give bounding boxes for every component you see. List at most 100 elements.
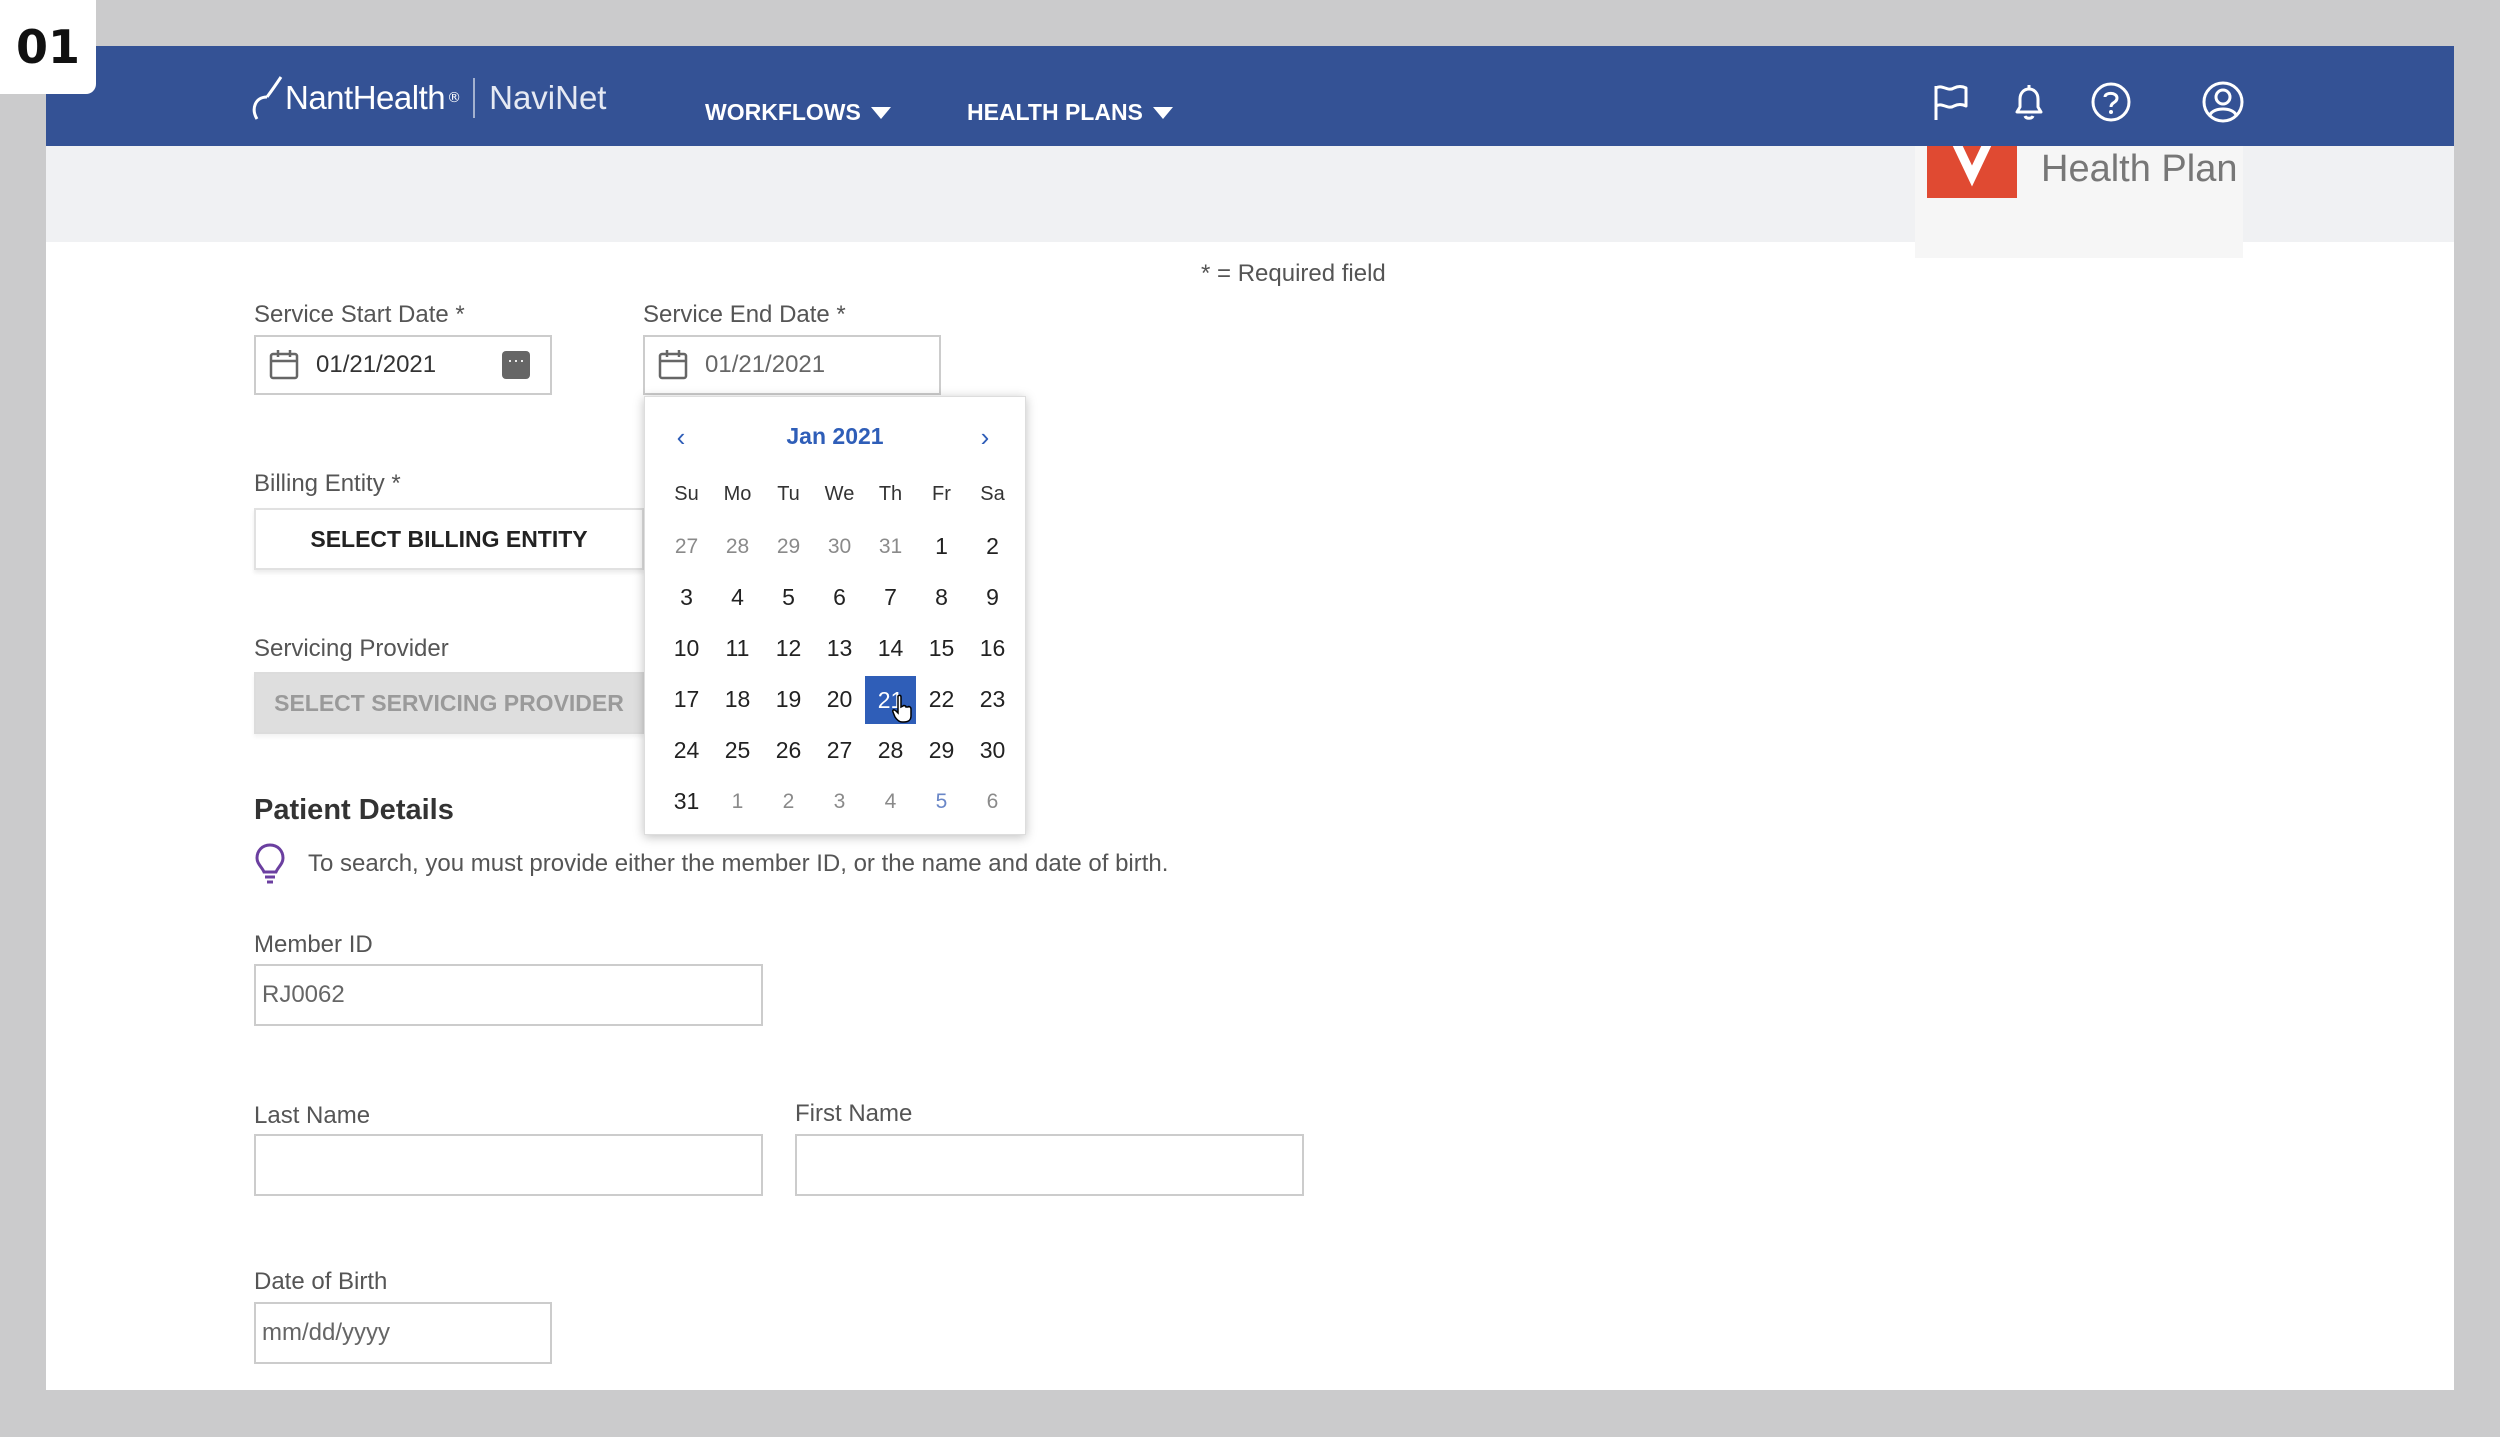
calendar-day[interactable]: 1 — [916, 533, 967, 560]
calendar-day-number: 7 — [884, 584, 897, 610]
calendar-day[interactable]: 25 — [712, 737, 763, 764]
health-plan-logo: Health Plan — [1915, 136, 2243, 258]
calendar-day[interactable]: 3 — [814, 790, 865, 814]
weekday-label: Mo — [723, 482, 752, 505]
calendar-day-number: 23 — [979, 686, 1006, 712]
last-name-input[interactable] — [256, 1136, 761, 1194]
workflows-menu[interactable]: WORKFLOWS — [705, 99, 891, 126]
calendar-day[interactable]: 4 — [712, 584, 763, 611]
last-name-field[interactable] — [254, 1134, 763, 1196]
calendar-day[interactable]: 12 — [763, 635, 814, 662]
calendar-day-number: 6 — [986, 789, 999, 813]
calendar-day[interactable]: 30 — [967, 737, 1018, 764]
calendar-day[interactable]: 14 — [865, 635, 916, 662]
help-icon[interactable] — [2089, 80, 2133, 124]
calendar-day-number: 18 — [724, 686, 751, 712]
member-id-field[interactable] — [254, 964, 763, 1026]
calendar-day[interactable]: 28 — [712, 535, 763, 559]
calendar-day[interactable]: 29 — [916, 737, 967, 764]
chevron-right-icon[interactable]: › — [967, 421, 1003, 457]
calendar-day[interactable]: 22 — [916, 686, 967, 713]
step-badge: 01 — [0, 0, 96, 94]
calendar-day[interactable]: 6 — [814, 584, 865, 611]
required-field-note: * = Required field — [1201, 260, 1386, 287]
first-name-input[interactable] — [797, 1136, 1302, 1194]
calendar-day-number: 30 — [979, 737, 1006, 763]
calendar-day[interactable]: 3 — [661, 584, 712, 611]
health-plans-menu[interactable]: HEALTH PLANS — [967, 99, 1173, 126]
calendar-day[interactable]: 16 — [967, 635, 1018, 662]
calendar-day-number: 10 — [673, 635, 700, 661]
calendar-day-number: 9 — [986, 584, 999, 610]
weekday-header-row: Su Mo Tu We Th Fr Sa — [661, 479, 1018, 509]
service-start-date-field[interactable]: 01/21/2021 ··· — [254, 335, 552, 395]
calendar-day[interactable]: 11 — [712, 635, 763, 662]
service-end-date-field[interactable]: 01/21/2021 — [643, 335, 941, 395]
calendar-day[interactable]: 18 — [712, 686, 763, 713]
search-hint: To search, you must provide either the m… — [254, 842, 1168, 886]
calendar-day[interactable]: 15 — [916, 635, 967, 662]
calendar-day[interactable]: 10 — [661, 635, 712, 662]
calendar-day-selected[interactable]: 21 — [865, 675, 916, 724]
flag-icon[interactable] — [1928, 80, 1972, 124]
calendar-day[interactable]: 8 — [916, 584, 967, 611]
servicing-provider-label: Servicing Provider — [254, 635, 449, 662]
calendar-day-number: 2 — [986, 533, 999, 559]
select-servicing-provider-button[interactable]: SELECT SERVICING PROVIDER — [254, 672, 644, 734]
calendar-day[interactable]: 7 — [865, 584, 916, 611]
calendar-day[interactable]: 9 — [967, 584, 1018, 611]
calendar-day-number: 11 — [725, 635, 750, 661]
calendar-day-number: 3 — [833, 789, 846, 813]
calendar-day[interactable]: 13 — [814, 635, 865, 662]
hand-cursor-icon — [892, 694, 912, 723]
first-name-field[interactable] — [795, 1134, 1304, 1196]
calendar-day[interactable]: 27 — [661, 535, 712, 559]
calendar-day[interactable]: 23 — [967, 686, 1018, 713]
more-options-icon[interactable]: ··· — [502, 351, 530, 379]
calendar-day[interactable]: 31 — [865, 535, 916, 559]
calendar-day[interactable]: 2 — [763, 790, 814, 814]
calendar-day[interactable]: 6 — [967, 790, 1018, 814]
calendar-day-number: 27 — [674, 534, 699, 558]
calendar-day[interactable]: 4 — [865, 790, 916, 814]
dob-input[interactable] — [256, 1304, 550, 1362]
calendar-day[interactable]: 24 — [661, 737, 712, 764]
calendar-day[interactable]: 1 — [712, 790, 763, 814]
calendar-week-row: 10 11 12 13 14 15 16 — [661, 623, 1018, 674]
member-id-input[interactable] — [256, 966, 761, 1024]
calendar-day-number: 17 — [673, 686, 700, 712]
calendar-day-number: 4 — [731, 584, 744, 610]
calendar-day[interactable]: 5 — [763, 584, 814, 611]
calendar-day[interactable]: 2 — [967, 533, 1018, 560]
select-billing-entity-button[interactable]: SELECT BILLING ENTITY — [254, 508, 644, 570]
calendar-day[interactable]: 19 — [763, 686, 814, 713]
calendar-day[interactable]: 5 — [916, 790, 967, 814]
calendar-day[interactable]: 27 — [814, 737, 865, 764]
bell-icon[interactable] — [2007, 80, 2051, 124]
calendar-week-row: 27 28 29 30 31 1 2 — [661, 521, 1018, 572]
product-name: NaviNet — [489, 79, 607, 116]
calendar-icon — [269, 350, 299, 380]
calendar-day[interactable]: 20 — [814, 686, 865, 713]
weekday-label: Sa — [980, 482, 1005, 505]
calendar-day-number: 12 — [775, 635, 802, 661]
lightbulb-icon — [255, 843, 285, 884]
calendar-day[interactable]: 31 — [661, 788, 712, 815]
user-icon[interactable] — [2201, 80, 2245, 124]
calendar-day-number: 13 — [826, 635, 853, 661]
calendar-week-row: 31 1 2 3 4 5 6 — [661, 776, 1018, 827]
calendar-day-number: 8 — [935, 584, 948, 610]
calendar-day-number: 30 — [827, 534, 852, 558]
calendar-day-number: 25 — [724, 737, 751, 763]
trademark-mark: ® — [447, 90, 462, 106]
calendar-day[interactable]: 17 — [661, 686, 712, 713]
weekday-label: Tu — [777, 482, 800, 505]
dob-field[interactable] — [254, 1302, 552, 1364]
navinet-logo[interactable]: NantHealth ® NaviNet — [251, 70, 606, 126]
calendar-day[interactable]: 26 — [763, 737, 814, 764]
calendar-day[interactable]: 28 — [865, 737, 916, 764]
calendar-day[interactable]: 30 — [814, 535, 865, 559]
workflows-menu-label: WORKFLOWS — [705, 99, 861, 125]
calendar-day-number: 5 — [935, 789, 948, 813]
calendar-day[interactable]: 29 — [763, 535, 814, 559]
